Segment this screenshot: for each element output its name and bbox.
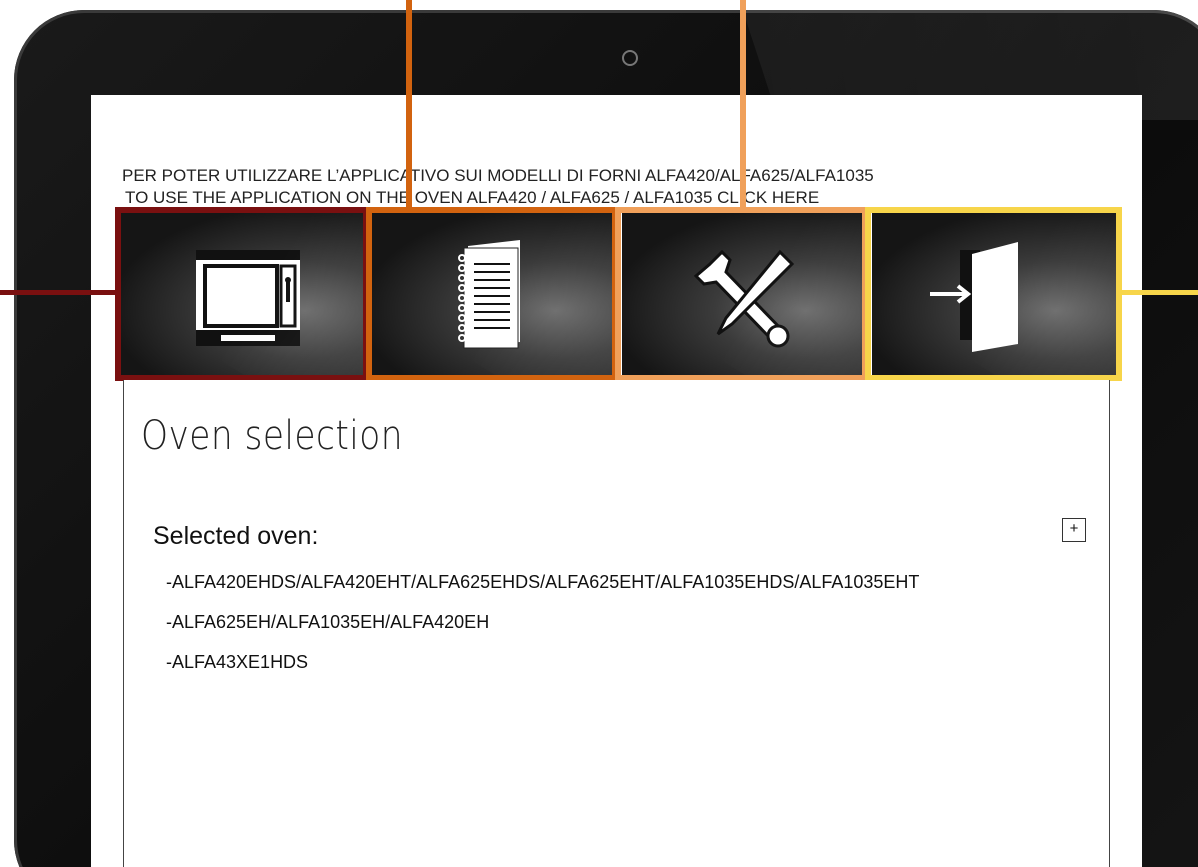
callout-line-manual [406, 0, 412, 210]
notice-italian[interactable]: PER POTER UTILIZZARE L’APPLICATIVO SUI M… [122, 167, 874, 185]
selected-oven-label: Selected oven: [153, 522, 319, 550]
oven-menu-button[interactable] [121, 212, 365, 376]
tools-icon [693, 249, 795, 348]
oven-list-item[interactable]: -ALFA625EH/ALFA1035EH/ALFA420EH [166, 612, 1071, 652]
exit-door-icon [930, 242, 1018, 352]
camera-icon [622, 50, 638, 66]
notebook-icon [458, 240, 520, 349]
callout-line-settings [740, 0, 746, 210]
exit-menu-button[interactable] [872, 212, 1116, 376]
callout-line-exit [1120, 290, 1198, 295]
oven-list-item[interactable]: -ALFA43XE1HDS [166, 652, 1071, 692]
oven-icon [196, 250, 300, 346]
page-title: Oven selection [141, 413, 403, 459]
callout-line-oven [0, 290, 117, 295]
manual-menu-button[interactable] [372, 212, 616, 376]
notice-english[interactable]: TO USE THE APPLICATION ON THE OVEN ALFA4… [125, 189, 819, 207]
expand-button[interactable]: + [1062, 518, 1086, 542]
oven-list: -ALFA420EHDS/ALFA420EHT/ALFA625EHDS/ALFA… [166, 572, 1071, 692]
oven-list-item[interactable]: -ALFA420EHDS/ALFA420EHT/ALFA625EHDS/ALFA… [166, 572, 1071, 612]
settings-menu-button[interactable] [622, 212, 866, 376]
